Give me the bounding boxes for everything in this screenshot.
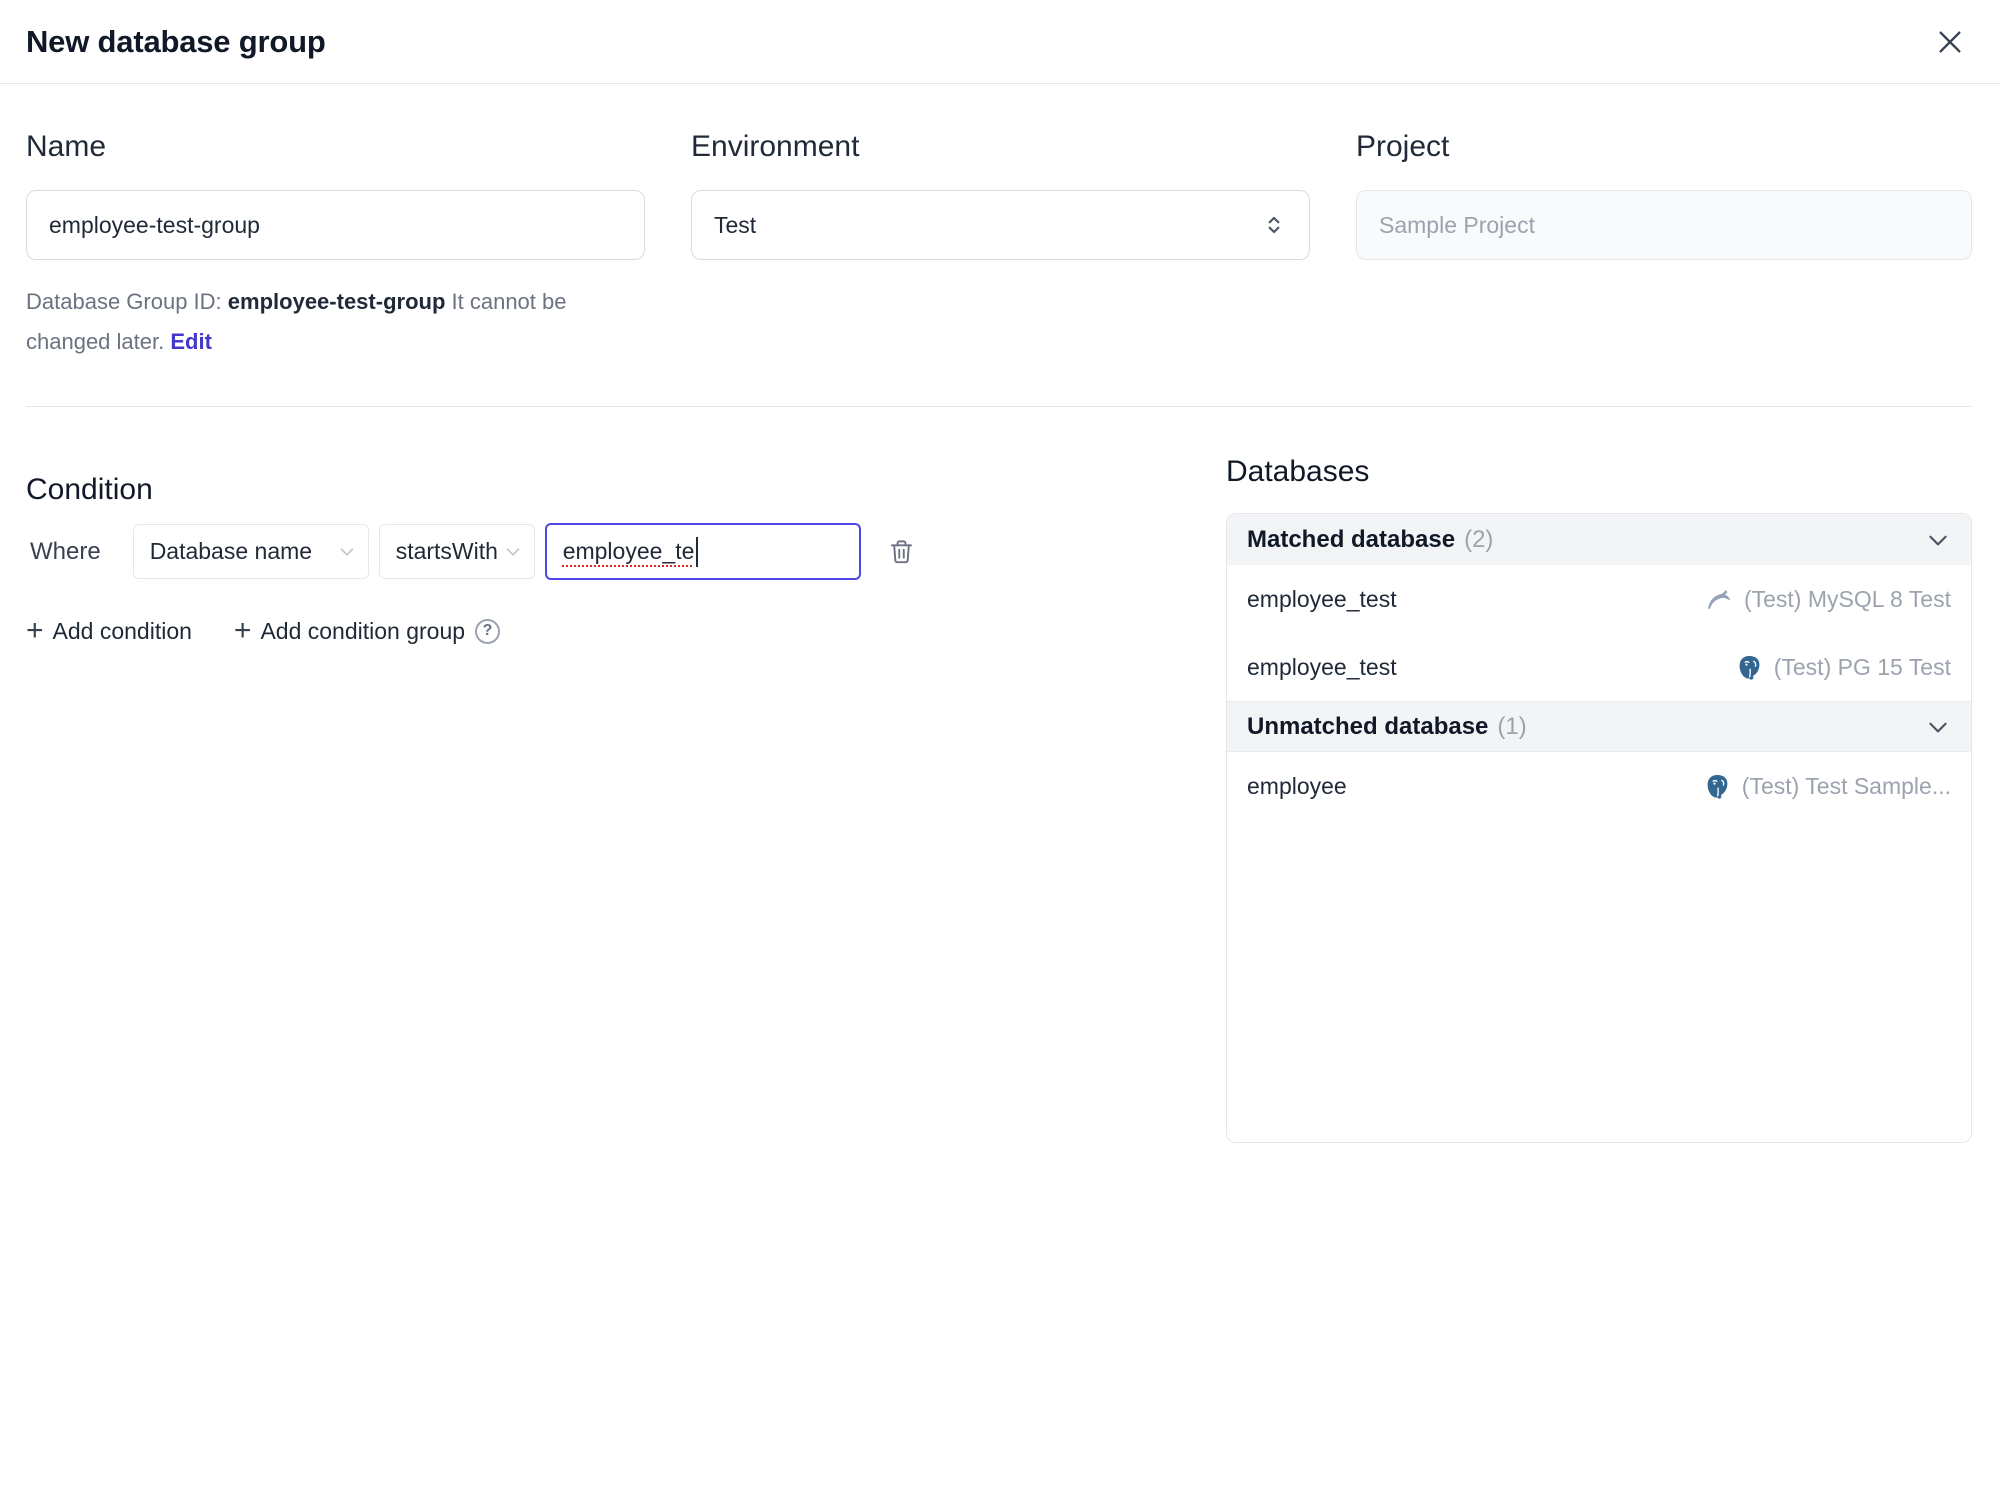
trash-icon — [891, 540, 913, 564]
database-row[interactable]: employee_test (Test) MySQL 8 Test — [1227, 565, 1971, 633]
group-id-prefix: Database Group ID: — [26, 289, 222, 314]
matched-group-header[interactable]: Matched database (2) — [1227, 514, 1971, 565]
add-condition-group-button[interactable]: + Add condition group — [234, 616, 465, 646]
form-row: Name Database Group ID: employee-test-gr… — [26, 128, 1972, 362]
chevron-down-icon — [340, 547, 354, 556]
group-id-note: Database Group ID: employee-test-group I… — [26, 282, 645, 362]
database-instance: (Test) MySQL 8 Test — [1706, 586, 1951, 613]
chevron-down-icon — [1929, 535, 1947, 545]
matched-group-titlewrap: Matched database (2) — [1247, 526, 1493, 554]
database-instance: (Test) Test Sample... — [1704, 773, 1951, 800]
where-label: Where — [30, 537, 101, 565]
add-condition-group-label: Add condition group — [260, 617, 466, 644]
name-input[interactable] — [26, 190, 645, 260]
text-caret — [696, 536, 699, 567]
plus-icon: + — [26, 614, 44, 647]
unmatched-group-titlewrap: Unmatched database (1) — [1247, 713, 1527, 741]
condition-section: Condition Where Database name startsWith… — [26, 453, 1226, 1143]
unmatched-group-count: (1) — [1497, 712, 1527, 740]
section-divider — [26, 406, 1972, 407]
dialog-title: New database group — [26, 23, 326, 59]
postgresql-icon — [1739, 655, 1760, 680]
condition-field-select[interactable]: Database name — [132, 524, 369, 579]
group-id-value: employee-test-group — [227, 289, 446, 314]
instance-label: (Test) MySQL 8 Test — [1743, 585, 1951, 612]
close-button[interactable] — [1930, 22, 1970, 62]
project-input: Sample Project — [1356, 190, 1972, 260]
add-condition-button[interactable]: + Add condition — [26, 616, 192, 646]
databases-section: Databases Matched database (2) employee_t… — [1226, 453, 1972, 1143]
project-value: Sample Project — [1379, 211, 1535, 238]
select-updown-icon — [1268, 216, 1280, 234]
dialog-body: Name Database Group ID: employee-test-gr… — [0, 128, 2000, 1143]
database-name: employee — [1247, 772, 1347, 799]
database-row[interactable]: employee_test (Test) PG 15 Test — [1227, 633, 1971, 701]
chevron-down-icon — [1929, 722, 1947, 732]
environment-field: Environment Test — [691, 128, 1310, 362]
condition-heading: Condition — [26, 473, 153, 506]
databases-panel: Matched database (2) employee_test (Test)… — [1226, 513, 1972, 1143]
delete-condition-button[interactable] — [877, 527, 927, 577]
add-condition-label: Add condition — [52, 617, 192, 644]
dialog-header: New database group — [0, 0, 2000, 84]
condition-actions: + Add condition + Add condition group ? — [26, 616, 1226, 646]
databases-heading: Databases — [1226, 455, 1370, 488]
name-label: Name — [26, 130, 107, 163]
matched-group-count: (2) — [1464, 525, 1494, 553]
close-icon — [1939, 30, 1961, 53]
matched-group-title: Matched database — [1247, 525, 1456, 553]
condition-value-text: employee_te — [562, 538, 695, 564]
lower-section: Condition Where Database name startsWith… — [26, 453, 1972, 1143]
name-field: Name Database Group ID: employee-test-gr… — [26, 128, 645, 362]
unmatched-group-header[interactable]: Unmatched database (1) — [1227, 701, 1971, 752]
edit-link[interactable]: Edit — [170, 329, 212, 354]
chevron-down-icon — [506, 547, 520, 556]
environment-label: Environment — [691, 130, 860, 163]
database-row[interactable]: employee (Test) Test Sample... — [1227, 752, 1971, 820]
environment-value: Test — [714, 211, 757, 238]
instance-label: (Test) PG 15 Test — [1773, 653, 1951, 680]
condition-row: Where Database name startsWith employee_… — [26, 523, 1226, 580]
condition-operator-select[interactable]: startsWith — [378, 524, 535, 579]
help-icon[interactable]: ? — [475, 618, 501, 644]
unmatched-group-title: Unmatched database — [1247, 712, 1489, 740]
database-name: employee_test — [1247, 585, 1397, 612]
environment-select[interactable]: Test — [691, 190, 1310, 260]
condition-operator-value: startsWith — [395, 538, 498, 564]
mysql-icon — [1707, 589, 1731, 609]
database-instance: (Test) PG 15 Test — [1736, 654, 1951, 681]
postgresql-icon — [1707, 774, 1728, 799]
instance-label: (Test) Test Sample... — [1741, 772, 1951, 799]
database-name: employee_test — [1247, 653, 1397, 680]
condition-field-value: Database name — [149, 538, 313, 564]
condition-value-input[interactable]: employee_te — [544, 523, 861, 580]
plus-icon: + — [233, 614, 252, 647]
project-label: Project — [1356, 130, 1450, 163]
project-field: Project Sample Project — [1356, 128, 1972, 362]
